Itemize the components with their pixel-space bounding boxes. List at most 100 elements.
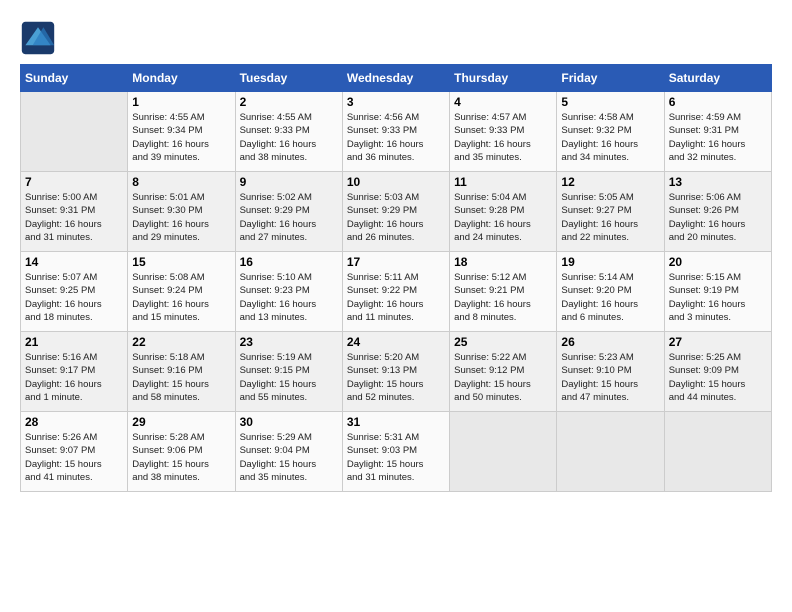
header-day-wednesday: Wednesday bbox=[342, 65, 449, 92]
day-number: 2 bbox=[240, 95, 338, 109]
day-number: 15 bbox=[132, 255, 230, 269]
day-info: Sunrise: 5:14 AM Sunset: 9:20 PM Dayligh… bbox=[561, 271, 659, 324]
calendar-cell: 21 Sunrise: 5:16 AM Sunset: 9:17 PM Dayli… bbox=[21, 332, 128, 412]
calendar-cell: 17 Sunrise: 5:11 AM Sunset: 9:22 PM Dayli… bbox=[342, 252, 449, 332]
calendar-cell: 19 Sunrise: 5:14 AM Sunset: 9:20 PM Dayli… bbox=[557, 252, 664, 332]
calendar-cell: 13 Sunrise: 5:06 AM Sunset: 9:26 PM Dayli… bbox=[664, 172, 771, 252]
day-info: Sunrise: 5:29 AM Sunset: 9:04 PM Dayligh… bbox=[240, 431, 338, 484]
header-day-thursday: Thursday bbox=[450, 65, 557, 92]
calendar-week-4: 21 Sunrise: 5:16 AM Sunset: 9:17 PM Dayli… bbox=[21, 332, 772, 412]
day-number: 30 bbox=[240, 415, 338, 429]
calendar-cell: 8 Sunrise: 5:01 AM Sunset: 9:30 PM Daylig… bbox=[128, 172, 235, 252]
day-number: 12 bbox=[561, 175, 659, 189]
calendar-cell: 27 Sunrise: 5:25 AM Sunset: 9:09 PM Dayli… bbox=[664, 332, 771, 412]
day-info: Sunrise: 5:16 AM Sunset: 9:17 PM Dayligh… bbox=[25, 351, 123, 404]
day-number: 6 bbox=[669, 95, 767, 109]
day-info: Sunrise: 5:01 AM Sunset: 9:30 PM Dayligh… bbox=[132, 191, 230, 244]
day-number: 9 bbox=[240, 175, 338, 189]
day-number: 22 bbox=[132, 335, 230, 349]
day-number: 19 bbox=[561, 255, 659, 269]
header-day-sunday: Sunday bbox=[21, 65, 128, 92]
calendar-cell: 14Sunrise: 5:07 AM Sunset: 9:25 PM Dayli… bbox=[21, 252, 128, 332]
calendar-cell: 16 Sunrise: 5:10 AM Sunset: 9:23 PM Dayli… bbox=[235, 252, 342, 332]
day-number: 16 bbox=[240, 255, 338, 269]
day-info: Sunrise: 5:28 AM Sunset: 9:06 PM Dayligh… bbox=[132, 431, 230, 484]
calendar-cell: 25 Sunrise: 5:22 AM Sunset: 9:12 PM Dayli… bbox=[450, 332, 557, 412]
calendar-cell: 7Sunrise: 5:00 AM Sunset: 9:31 PM Daylig… bbox=[21, 172, 128, 252]
day-info: Sunrise: 5:31 AM Sunset: 9:03 PM Dayligh… bbox=[347, 431, 445, 484]
day-info: Sunrise: 5:04 AM Sunset: 9:28 PM Dayligh… bbox=[454, 191, 552, 244]
day-number: 1 bbox=[132, 95, 230, 109]
day-number: 28 bbox=[25, 415, 123, 429]
day-number: 31 bbox=[347, 415, 445, 429]
day-info: Sunrise: 5:02 AM Sunset: 9:29 PM Dayligh… bbox=[240, 191, 338, 244]
day-number: 26 bbox=[561, 335, 659, 349]
calendar-cell: 20 Sunrise: 5:15 AM Sunset: 9:19 PM Dayli… bbox=[664, 252, 771, 332]
day-info: Sunrise: 5:12 AM Sunset: 9:21 PM Dayligh… bbox=[454, 271, 552, 324]
day-info: Sunrise: 5:26 AM Sunset: 9:07 PM Dayligh… bbox=[25, 431, 123, 484]
calendar-cell: 9 Sunrise: 5:02 AM Sunset: 9:29 PM Daylig… bbox=[235, 172, 342, 252]
day-number: 24 bbox=[347, 335, 445, 349]
day-info: Sunrise: 4:57 AM Sunset: 9:33 PM Dayligh… bbox=[454, 111, 552, 164]
header-day-saturday: Saturday bbox=[664, 65, 771, 92]
calendar-cell: 28 Sunrise: 5:26 AM Sunset: 9:07 PM Dayli… bbox=[21, 412, 128, 492]
day-info: Sunrise: 5:05 AM Sunset: 9:27 PM Dayligh… bbox=[561, 191, 659, 244]
calendar-cell: 11 Sunrise: 5:04 AM Sunset: 9:28 PM Dayli… bbox=[450, 172, 557, 252]
day-number: 13 bbox=[669, 175, 767, 189]
day-number: 11 bbox=[454, 175, 552, 189]
calendar-cell: 30 Sunrise: 5:29 AM Sunset: 9:04 PM Dayli… bbox=[235, 412, 342, 492]
day-info: Sunrise: 5:03 AM Sunset: 9:29 PM Dayligh… bbox=[347, 191, 445, 244]
day-info: Sunrise: 4:58 AM Sunset: 9:32 PM Dayligh… bbox=[561, 111, 659, 164]
calendar-cell: 18 Sunrise: 5:12 AM Sunset: 9:21 PM Dayli… bbox=[450, 252, 557, 332]
calendar-cell: 3 Sunrise: 4:56 AM Sunset: 9:33 PM Daylig… bbox=[342, 92, 449, 172]
day-info: Sunrise: 5:11 AM Sunset: 9:22 PM Dayligh… bbox=[347, 271, 445, 324]
calendar-header-row: SundayMondayTuesdayWednesdayThursdayFrid… bbox=[21, 65, 772, 92]
calendar-cell: 10 Sunrise: 5:03 AM Sunset: 9:29 PM Dayli… bbox=[342, 172, 449, 252]
calendar-cell: 22Sunrise: 5:18 AM Sunset: 9:16 PM Dayli… bbox=[128, 332, 235, 412]
calendar-cell bbox=[450, 412, 557, 492]
day-info: Sunrise: 4:56 AM Sunset: 9:33 PM Dayligh… bbox=[347, 111, 445, 164]
calendar-cell bbox=[557, 412, 664, 492]
day-info: Sunrise: 5:22 AM Sunset: 9:12 PM Dayligh… bbox=[454, 351, 552, 404]
header bbox=[20, 20, 772, 56]
day-info: Sunrise: 5:20 AM Sunset: 9:13 PM Dayligh… bbox=[347, 351, 445, 404]
logo-icon bbox=[20, 20, 56, 56]
day-info: Sunrise: 5:23 AM Sunset: 9:10 PM Dayligh… bbox=[561, 351, 659, 404]
calendar-cell: 12 Sunrise: 5:05 AM Sunset: 9:27 PM Dayli… bbox=[557, 172, 664, 252]
day-number: 20 bbox=[669, 255, 767, 269]
day-number: 29 bbox=[132, 415, 230, 429]
calendar-week-5: 28 Sunrise: 5:26 AM Sunset: 9:07 PM Dayli… bbox=[21, 412, 772, 492]
day-number: 17 bbox=[347, 255, 445, 269]
calendar-cell: 23Sunrise: 5:19 AM Sunset: 9:15 PM Dayli… bbox=[235, 332, 342, 412]
logo bbox=[20, 20, 60, 56]
day-number: 21 bbox=[25, 335, 123, 349]
day-number: 25 bbox=[454, 335, 552, 349]
day-number: 18 bbox=[454, 255, 552, 269]
day-number: 8 bbox=[132, 175, 230, 189]
calendar-cell bbox=[664, 412, 771, 492]
day-info: Sunrise: 5:10 AM Sunset: 9:23 PM Dayligh… bbox=[240, 271, 338, 324]
day-info: Sunrise: 4:59 AM Sunset: 9:31 PM Dayligh… bbox=[669, 111, 767, 164]
day-number: 7 bbox=[25, 175, 123, 189]
calendar-cell: 31 Sunrise: 5:31 AM Sunset: 9:03 PM Dayli… bbox=[342, 412, 449, 492]
day-info: Sunrise: 4:55 AM Sunset: 9:34 PM Dayligh… bbox=[132, 111, 230, 164]
calendar-cell bbox=[21, 92, 128, 172]
day-number: 3 bbox=[347, 95, 445, 109]
calendar-cell: 24 Sunrise: 5:20 AM Sunset: 9:13 PM Dayli… bbox=[342, 332, 449, 412]
day-number: 14 bbox=[25, 255, 123, 269]
calendar-cell: 29 Sunrise: 5:28 AM Sunset: 9:06 PM Dayli… bbox=[128, 412, 235, 492]
day-info: Sunrise: 5:25 AM Sunset: 9:09 PM Dayligh… bbox=[669, 351, 767, 404]
calendar-cell: 2Sunrise: 4:55 AM Sunset: 9:33 PM Daylig… bbox=[235, 92, 342, 172]
day-number: 4 bbox=[454, 95, 552, 109]
day-info: Sunrise: 5:06 AM Sunset: 9:26 PM Dayligh… bbox=[669, 191, 767, 244]
day-number: 10 bbox=[347, 175, 445, 189]
calendar-cell: 6 Sunrise: 4:59 AM Sunset: 9:31 PM Daylig… bbox=[664, 92, 771, 172]
calendar-week-3: 14Sunrise: 5:07 AM Sunset: 9:25 PM Dayli… bbox=[21, 252, 772, 332]
day-number: 23 bbox=[240, 335, 338, 349]
calendar-cell: 1 Sunrise: 4:55 AM Sunset: 9:34 PM Daylig… bbox=[128, 92, 235, 172]
day-number: 5 bbox=[561, 95, 659, 109]
calendar-cell: 4 Sunrise: 4:57 AM Sunset: 9:33 PM Daylig… bbox=[450, 92, 557, 172]
calendar-cell: 5 Sunrise: 4:58 AM Sunset: 9:32 PM Daylig… bbox=[557, 92, 664, 172]
day-number: 27 bbox=[669, 335, 767, 349]
day-info: Sunrise: 5:15 AM Sunset: 9:19 PM Dayligh… bbox=[669, 271, 767, 324]
